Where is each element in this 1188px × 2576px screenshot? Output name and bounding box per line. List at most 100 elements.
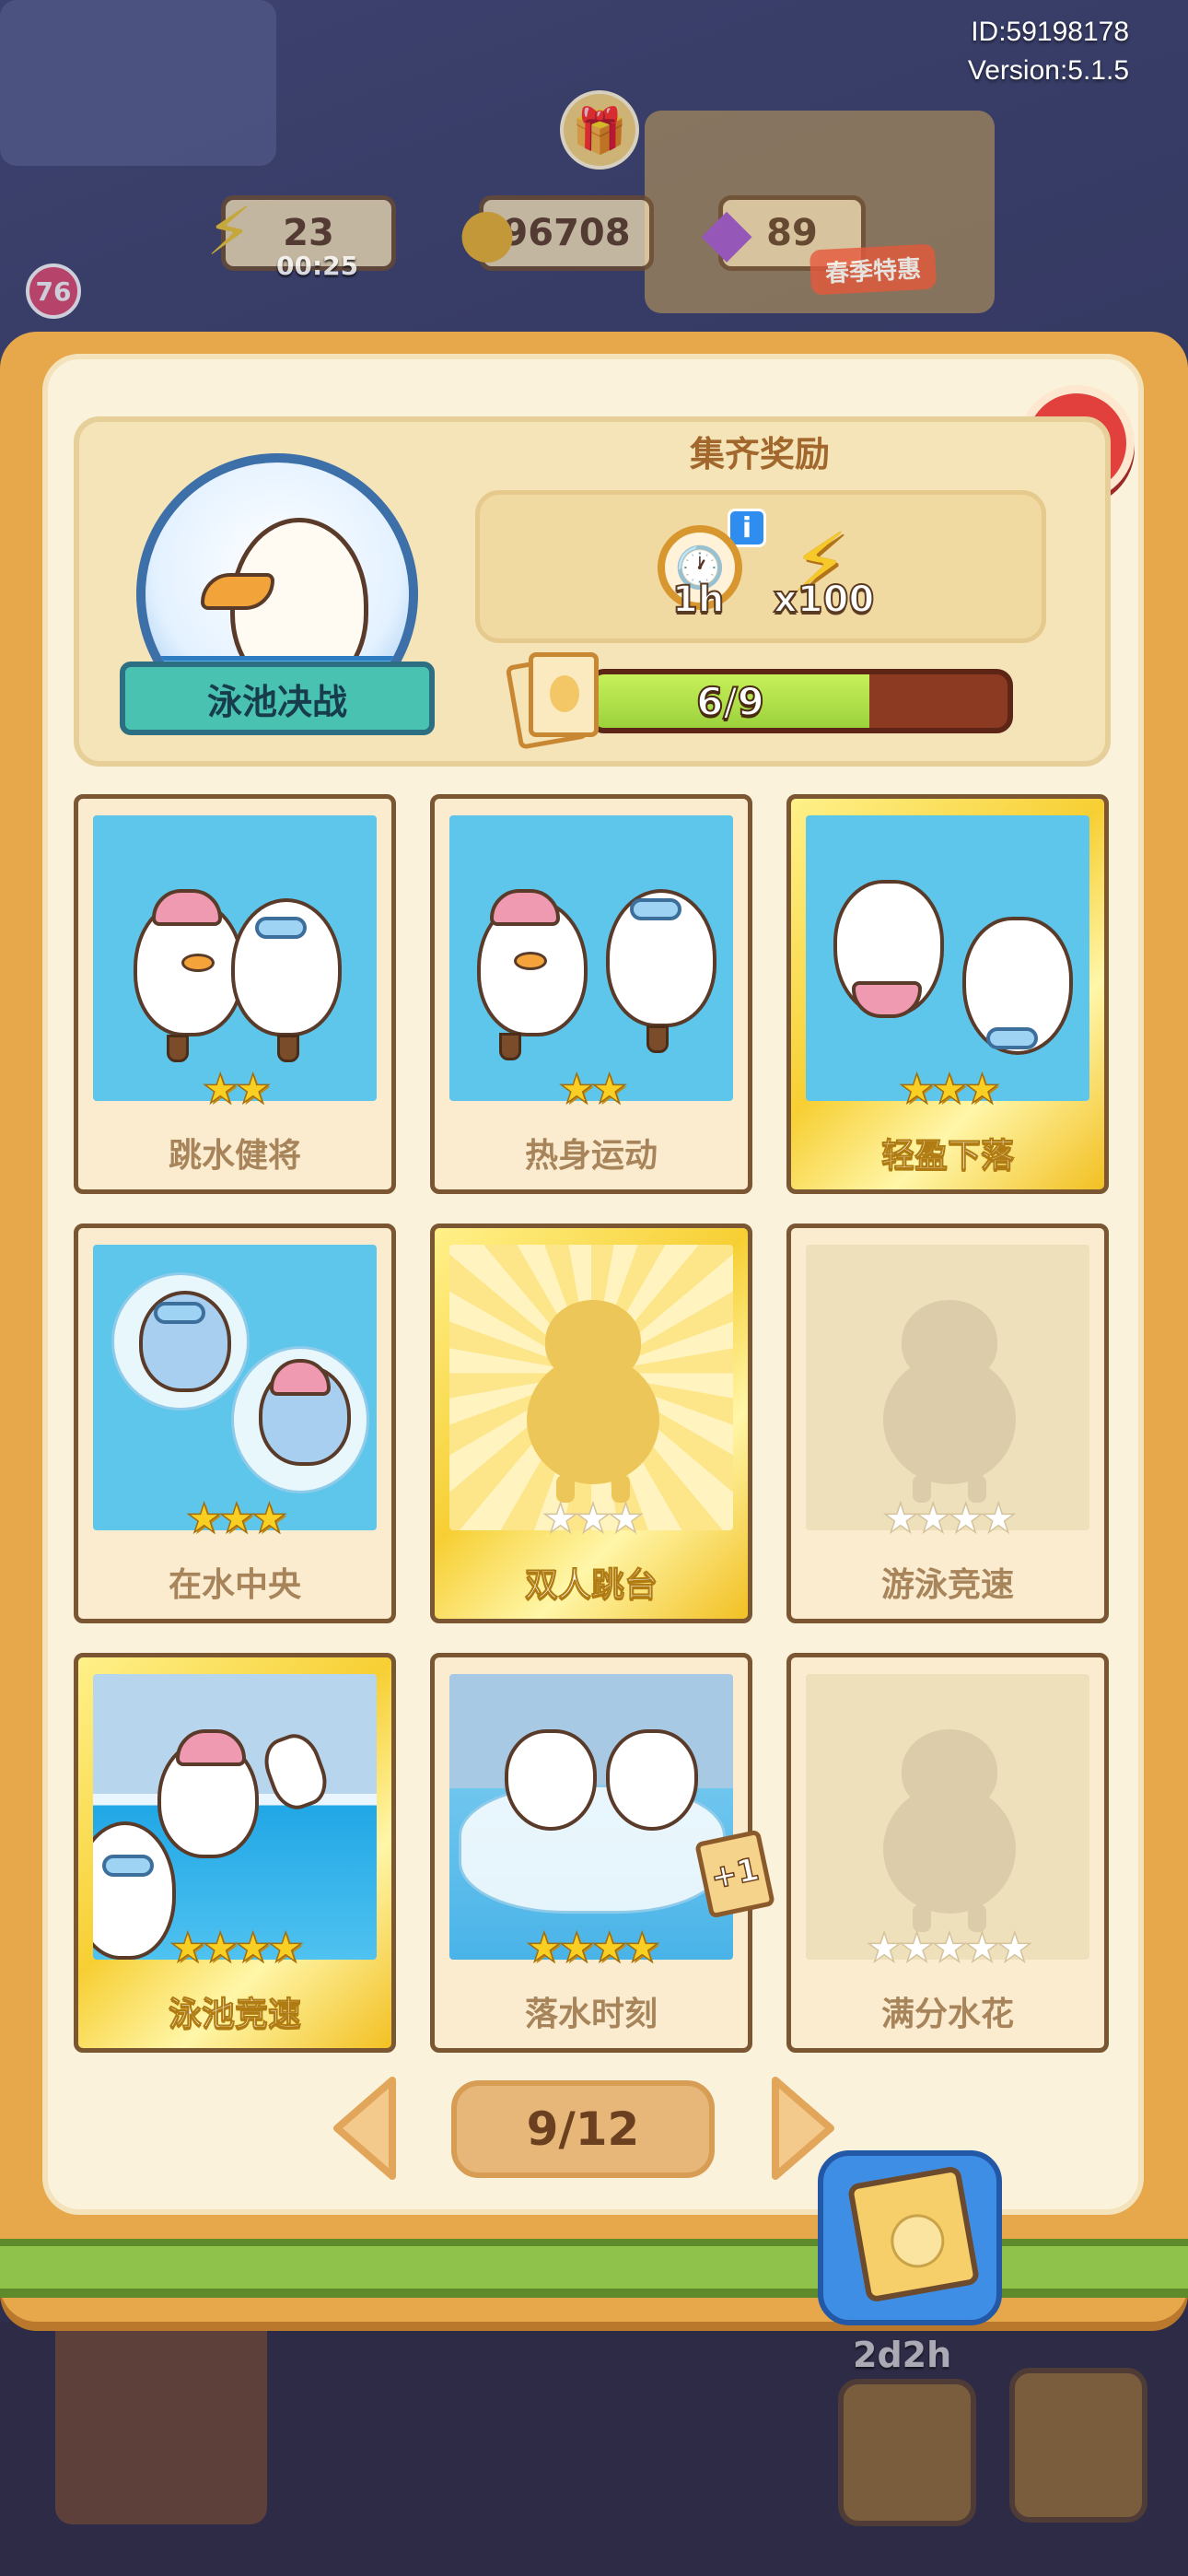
card-5-art-locked [449, 1245, 733, 1530]
star-empty-icon: ★ [607, 1495, 645, 1542]
silhouette-body [883, 1785, 1016, 1914]
star-empty-icon: ★ [866, 1925, 903, 1972]
coin-counter[interactable]: ● 96708 [459, 193, 654, 271]
star-empty-icon: ★ [881, 1495, 919, 1542]
card-album-button[interactable] [818, 2150, 1002, 2325]
card-8-art [449, 1674, 733, 1960]
card-8-stars: ★★★★ [435, 1925, 748, 1972]
card-3-stars: ★★★ [791, 1066, 1104, 1113]
goggles [102, 1855, 154, 1877]
star-empty-icon: ★ [575, 1495, 612, 1542]
card-9-art-locked [806, 1674, 1089, 1960]
star-filled-icon: ★ [169, 1925, 206, 1972]
gift-icon[interactable]: 🎁 [560, 90, 639, 170]
star-filled-icon: ★ [234, 1066, 272, 1113]
card-3[interactable]: ★★★ 轻盈下落 [786, 794, 1109, 1194]
bg-building [0, 0, 276, 166]
star-empty-icon: ★ [914, 1495, 952, 1542]
star-filled-icon: ★ [202, 1925, 239, 1972]
silhouette-body [527, 1355, 659, 1484]
star-filled-icon: ★ [525, 1925, 563, 1972]
star-filled-icon: ★ [898, 1066, 936, 1113]
card-5[interactable]: ★★★ 双人跳台 [430, 1224, 752, 1623]
card-6-art-locked [806, 1245, 1089, 1530]
card-7-art [93, 1674, 377, 1960]
page-indicator: 9/12 [451, 2080, 715, 2178]
duck-figure-upside-down [606, 1729, 698, 1831]
card-3-art [806, 815, 1089, 1101]
star-filled-icon: ★ [267, 1925, 305, 1972]
star-empty-icon: ★ [898, 1925, 936, 1972]
star-filled-icon: ★ [185, 1495, 223, 1542]
star-empty-icon: ★ [980, 1495, 1018, 1542]
build-info: ID:59198178 Version:5.1.5 [968, 13, 1129, 90]
goggles [154, 1302, 205, 1324]
card-5-stars: ★★★ [435, 1495, 748, 1542]
reward-energy-label: x100 [773, 578, 875, 622]
card-pack-tile[interactable] [838, 2379, 976, 2526]
swim-cap [152, 889, 222, 926]
duck-beak [514, 952, 547, 970]
prev-page-button[interactable] [328, 2075, 402, 2182]
friends-tile[interactable] [1009, 2368, 1147, 2523]
duck-leg [277, 1035, 299, 1062]
card-3-name: 轻盈下落 [880, 1137, 1014, 1176]
card-1[interactable]: ★★ 跳水健将 [74, 794, 396, 1194]
gem-icon: ◆ [701, 193, 752, 270]
bg-bolt-shape [55, 2303, 267, 2524]
star-filled-icon: ★ [202, 1066, 239, 1113]
duck-beak [181, 954, 215, 972]
star-filled-icon: ★ [590, 1925, 628, 1972]
card-1-art [93, 815, 377, 1101]
card-4-name: 在水中央 [168, 1566, 301, 1604]
card-2[interactable]: ★★ 热身运动 [430, 794, 752, 1194]
card-album-icon [846, 2165, 981, 2303]
collection-progress-text: 6/9 [695, 678, 765, 725]
star-filled-icon: ★ [623, 1925, 661, 1972]
energy-timer: 00:25 [276, 251, 359, 281]
star-empty-icon: ★ [542, 1495, 579, 1542]
star-filled-icon: ★ [931, 1066, 969, 1113]
card-6-name: 游泳竞速 [880, 1566, 1014, 1604]
star-filled-icon: ★ [590, 1066, 628, 1113]
star-filled-icon: ★ [558, 1066, 596, 1113]
card-4[interactable]: ★★★ 在水中央 [74, 1224, 396, 1623]
card-9[interactable]: ★★★★★ 满分水花 [786, 1653, 1109, 2053]
card-4-art [93, 1245, 377, 1530]
player-level-badge[interactable]: 76 [26, 263, 81, 319]
card-4-stars: ★★★ [78, 1495, 391, 1542]
swim-cap [852, 981, 922, 1018]
star-filled-icon: ★ [250, 1495, 288, 1542]
coin-icon: ● [458, 193, 517, 270]
star-filled-icon: ★ [218, 1495, 256, 1542]
chevron-left-icon [333, 2077, 396, 2180]
card-7[interactable]: ★★★★ 泳池竞速 [74, 1653, 396, 2053]
card-2-stars: ★★ [435, 1066, 748, 1113]
duck-leg [499, 1033, 521, 1060]
silhouette-body [883, 1355, 1016, 1484]
card-6-stars: ★★★★ [791, 1495, 1104, 1542]
goggles [986, 1027, 1038, 1049]
goggles [630, 898, 681, 920]
swim-cap [176, 1729, 246, 1766]
swim-cap [490, 889, 560, 926]
gems-value: 89 [766, 212, 818, 254]
reward-time-label: 1h [671, 578, 725, 622]
card-9-name: 满分水花 [880, 1996, 1014, 2033]
card-stack-icon [505, 650, 602, 750]
energy-value: 23 [283, 212, 334, 254]
spring-sale-tag[interactable]: 春季特惠 [809, 243, 938, 296]
energy-bolt-icon: ⚡ [205, 193, 253, 270]
goggles [255, 917, 307, 939]
card-5-name: 双人跳台 [524, 1566, 658, 1605]
star-filled-icon: ★ [234, 1925, 272, 1972]
star-filled-icon: ★ [558, 1925, 596, 1972]
theme-name-ribbon: 泳池决战 [120, 662, 435, 735]
duck-leg [167, 1035, 189, 1062]
star-empty-icon: ★ [963, 1925, 1001, 1972]
card-1-stars: ★★ [78, 1066, 391, 1113]
card-9-stars: ★★★★★ [791, 1925, 1104, 1972]
card-6[interactable]: ★★★★ 游泳竞速 [786, 1224, 1109, 1623]
card-2-art [449, 815, 733, 1101]
star-empty-icon: ★ [931, 1925, 969, 1972]
